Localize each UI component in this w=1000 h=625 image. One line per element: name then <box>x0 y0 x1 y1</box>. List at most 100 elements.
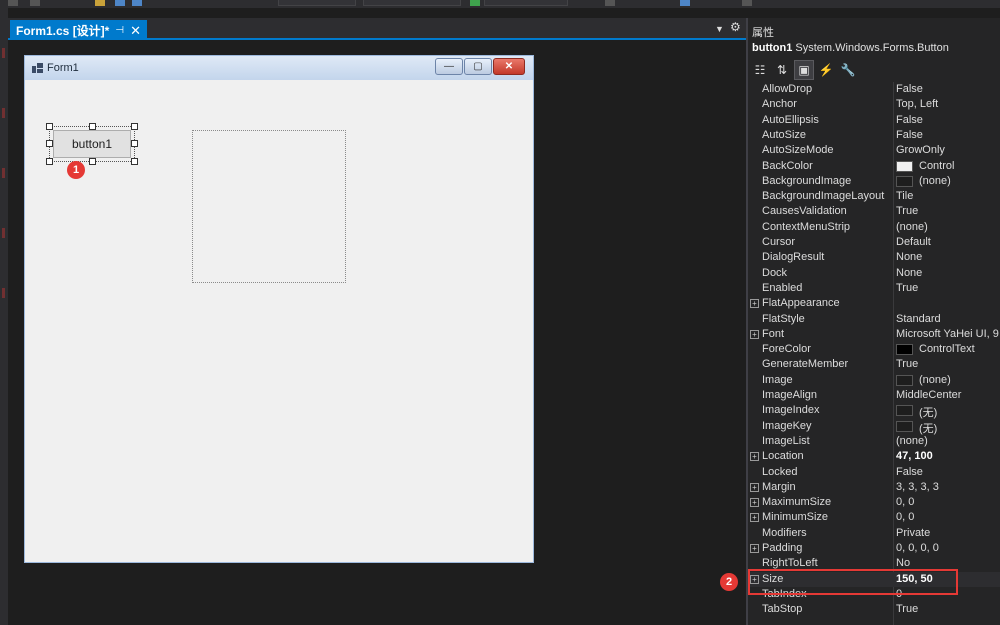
property-row-cursor[interactable]: Cursor Default <box>748 235 1000 250</box>
expand-icon[interactable]: + <box>750 482 759 492</box>
property-value[interactable]: (none) <box>896 221 928 233</box>
property-value[interactable]: True <box>896 358 918 370</box>
start-icon[interactable] <box>470 0 480 6</box>
categorized-icon[interactable]: ☷ <box>750 60 770 80</box>
property-row-tabstop[interactable]: TabStop True <box>748 602 1000 617</box>
property-pages-icon[interactable]: 🔧 <box>838 60 858 80</box>
expand-icon[interactable]: + <box>750 299 759 309</box>
form-window[interactable]: Form1 — ▢ ✕ button1 1 <box>24 55 534 563</box>
property-value[interactable]: False <box>896 129 923 141</box>
save-all-icon[interactable] <box>132 0 142 6</box>
property-value[interactable]: MiddleCenter <box>896 389 961 401</box>
expand-icon[interactable]: + <box>750 513 759 523</box>
close-icon[interactable]: ✕ <box>130 24 141 37</box>
property-row-forecolor[interactable]: ForeColor ControlText <box>748 342 1000 357</box>
events-icon[interactable]: ⚡ <box>816 60 836 80</box>
refresh-icon[interactable] <box>605 0 615 6</box>
properties-icon[interactable]: ▣ <box>794 60 814 80</box>
property-value[interactable]: True <box>896 205 918 217</box>
platform-dropdown[interactable] <box>363 0 461 6</box>
property-value[interactable]: Private <box>896 527 930 539</box>
step-icon[interactable] <box>680 0 690 6</box>
property-value[interactable]: (none) <box>919 374 951 386</box>
property-row-margin[interactable]: + Margin 3, 3, 3, 3 <box>748 480 1000 495</box>
configuration-dropdown[interactable] <box>278 0 356 6</box>
expand-icon[interactable]: + <box>750 329 759 339</box>
property-value[interactable]: No <box>896 557 910 569</box>
property-value[interactable]: Standard <box>896 313 941 325</box>
tab-form1-designer[interactable]: Form1.cs [设计]* ⊣ ✕ <box>10 20 147 40</box>
back-icon[interactable] <box>8 0 18 6</box>
gear-icon[interactable]: ⚙ <box>730 20 741 34</box>
property-value[interactable]: GrowOnly <box>896 144 945 156</box>
property-row-anchor[interactable]: Anchor Top, Left <box>748 97 1000 112</box>
save-icon[interactable] <box>115 0 125 6</box>
property-value[interactable]: (none) <box>896 435 928 447</box>
minimize-button[interactable]: — <box>435 58 463 75</box>
property-row-backcolor[interactable]: BackColor Control <box>748 159 1000 174</box>
property-row-generatemember[interactable]: GenerateMember True <box>748 357 1000 372</box>
property-value[interactable]: Control <box>919 160 954 172</box>
property-value[interactable]: True <box>896 282 918 294</box>
form-client-area[interactable]: button1 1 <box>25 80 533 562</box>
property-row-backgroundimagelayout[interactable]: BackgroundImageLayout Tile <box>748 189 1000 204</box>
property-value[interactable]: Default <box>896 236 931 248</box>
property-row-modifiers[interactable]: Modifiers Private <box>748 526 1000 541</box>
property-row-imageindex[interactable]: ImageIndex (无) <box>748 403 1000 419</box>
property-value[interactable]: ControlText <box>919 343 975 355</box>
property-value[interactable]: 3, 3, 3, 3 <box>896 481 939 493</box>
property-row-flatstyle[interactable]: FlatStyle Standard <box>748 312 1000 327</box>
resize-handle[interactable] <box>89 123 96 130</box>
property-value[interactable]: Tile <box>896 190 913 202</box>
expand-icon[interactable]: + <box>750 498 759 508</box>
property-row-maximumsize[interactable]: + MaximumSize 0, 0 <box>748 495 1000 510</box>
pin-icon[interactable]: ⊣ <box>115 25 124 36</box>
property-value[interactable]: False <box>896 83 923 95</box>
property-row-autosizemode[interactable]: AutoSizeMode GrowOnly <box>748 143 1000 158</box>
open-folder-icon[interactable] <box>95 0 105 6</box>
property-row-enabled[interactable]: Enabled True <box>748 281 1000 296</box>
property-row-imagekey[interactable]: ImageKey (无) <box>748 419 1000 435</box>
forward-icon[interactable] <box>30 0 40 6</box>
property-value[interactable]: None <box>896 267 922 279</box>
chevron-down-icon[interactable]: ▼ <box>715 24 724 34</box>
property-row-dialogresult[interactable]: DialogResult None <box>748 250 1000 265</box>
close-button[interactable]: ✕ <box>493 58 525 75</box>
property-row-imagelist[interactable]: ImageList (none) <box>748 434 1000 449</box>
property-value[interactable]: 0, 0 <box>896 496 914 508</box>
property-value[interactable]: Top, Left <box>896 98 938 110</box>
resize-handle[interactable] <box>131 123 138 130</box>
property-row-flatappearance[interactable]: + FlatAppearance <box>748 296 1000 311</box>
startup-project-dropdown[interactable] <box>484 0 568 6</box>
property-value[interactable]: (none) <box>919 175 951 187</box>
resize-handle[interactable] <box>89 158 96 165</box>
property-row-padding[interactable]: + Padding 0, 0, 0, 0 <box>748 541 1000 556</box>
property-row-contextmenustrip[interactable]: ContextMenuStrip (none) <box>748 220 1000 235</box>
property-value[interactable]: Microsoft YaHei UI, 9 <box>896 328 999 340</box>
resize-handle[interactable] <box>46 140 53 147</box>
property-row-allowdrop[interactable]: AllowDrop False <box>748 82 1000 97</box>
expand-icon[interactable]: + <box>750 544 759 553</box>
maximize-button[interactable]: ▢ <box>464 58 492 75</box>
tool-icon[interactable] <box>742 0 752 6</box>
property-row-autoellipsis[interactable]: AutoEllipsis False <box>748 113 1000 128</box>
property-value[interactable]: False <box>896 466 923 478</box>
property-value[interactable]: False <box>896 114 923 126</box>
property-value[interactable]: None <box>896 251 922 263</box>
resize-handle[interactable] <box>46 123 53 130</box>
property-row-locked[interactable]: Locked False <box>748 465 1000 480</box>
property-row-imagealign[interactable]: ImageAlign MiddleCenter <box>748 388 1000 403</box>
property-row-backgroundimage[interactable]: BackgroundImage (none) <box>748 174 1000 189</box>
object-selector[interactable]: button1 System.Windows.Forms.Button <box>752 42 949 54</box>
property-value[interactable]: 47, 100 <box>896 450 933 462</box>
button1-control[interactable]: button1 <box>53 130 131 158</box>
resize-handle[interactable] <box>131 140 138 147</box>
property-row-causesvalidation[interactable]: CausesValidation True <box>748 204 1000 219</box>
property-value[interactable]: True <box>896 603 918 615</box>
resize-handle[interactable] <box>46 158 53 165</box>
property-row-dock[interactable]: Dock None <box>748 266 1000 281</box>
property-row-autosize[interactable]: AutoSize False <box>748 128 1000 143</box>
resize-handle[interactable] <box>131 158 138 165</box>
property-row-minimumsize[interactable]: + MinimumSize 0, 0 <box>748 510 1000 525</box>
property-row-image[interactable]: Image (none) <box>748 373 1000 388</box>
